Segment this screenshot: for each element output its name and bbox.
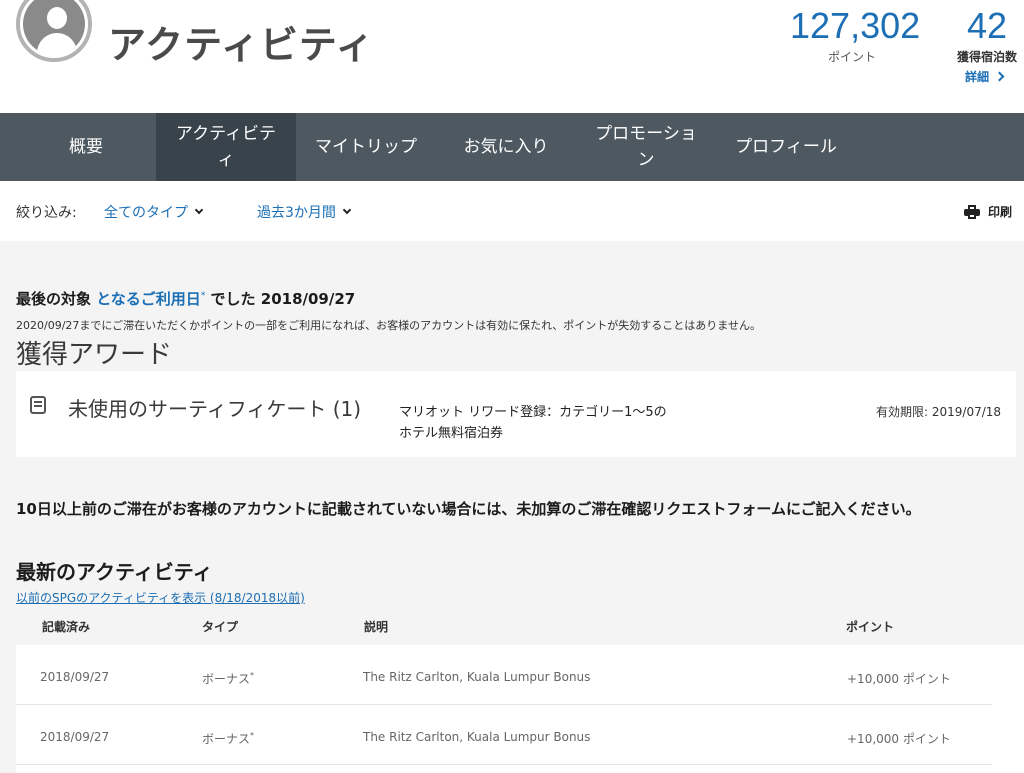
main-nav: 概要 アクティビティ マイトリップ お気に入り プロモーション プロフィール — [0, 113, 1024, 181]
tab-promotions[interactable]: プロモーション — [576, 113, 716, 181]
last-activity-date: 最後の対象 となるご利用日* でした 2018/09/27 — [16, 290, 356, 308]
certificate-expiry: 有効期限: 2019/07/18 — [876, 405, 1002, 419]
row-posted: 2018/09/27 — [40, 730, 110, 744]
expiry-note: 2020/09/27までにご滞在いただくかポイントの一部をご利用になれば、お客様… — [16, 319, 761, 332]
column-type[interactable]: タイプ — [202, 618, 238, 635]
certificate-icon — [30, 396, 46, 414]
tab-activity[interactable]: アクティビティ — [156, 113, 296, 181]
spg-activity-link[interactable]: 以前のSPGのアクティビティを表示 (8/18/2018以前) — [16, 589, 305, 606]
chevron-down-icon — [194, 205, 204, 215]
print-button[interactable]: 印刷 — [964, 203, 1012, 220]
activity-table-header: 記載済み タイプ 説明 ポイント — [16, 608, 996, 644]
points-stat: 127,302 ポイント — [790, 4, 921, 65]
tab-my-trips[interactable]: マイトリップ — [296, 113, 436, 181]
print-label: 印刷 — [988, 205, 1013, 219]
recent-activity-title: 最新のアクティビティ — [16, 560, 213, 584]
avatar[interactable] — [16, 0, 92, 62]
tab-overview[interactable]: 概要 — [16, 113, 156, 181]
header: アクティビティ 127,302 ポイント 42 獲得宿泊数 詳細 — [0, 0, 1024, 113]
row-posted: 2018/09/27 — [40, 670, 110, 684]
row-type: ボーナス* — [202, 671, 255, 686]
filter-bar: 絞り込み: 全てのタイプ 過去3か月間 — [0, 181, 1024, 241]
tab-profile[interactable]: プロフィール — [716, 113, 856, 181]
table-row[interactable]: 2018/09/27 ボーナス* The Ritz Carlton, Kuala… — [16, 705, 992, 765]
points-label: ポイント — [827, 50, 876, 64]
column-description[interactable]: 説明 — [364, 618, 388, 635]
award-card: 未使用のサーティフィケート (1) マリオット リワード登録：カテゴリー1〜5の… — [16, 371, 1016, 457]
period-filter-dropdown[interactable]: 過去3か月間 — [257, 202, 352, 222]
period-filter-value: 過去3か月間 — [257, 205, 336, 221]
details-link-label: 詳細 — [965, 70, 990, 84]
type-filter-value: 全てのタイプ — [104, 205, 188, 221]
table-row[interactable]: 2018/09/27 ボーナス* The Ritz Carlton, Kuala… — [16, 645, 992, 705]
certificate-description: マリオット リワード登録：カテゴリー1〜5のホテル無料宿泊券 — [399, 405, 667, 441]
chevron-down-icon — [342, 205, 352, 215]
nights-value: 42 — [966, 5, 1008, 46]
activity-table: 2018/09/27 ボーナス* The Ritz Carlton, Kuala… — [16, 645, 1024, 773]
row-description: The Ritz Carlton, Kuala Lumpur Bonus — [363, 670, 591, 684]
qualifying-date-link[interactable]: となるご利用日* — [96, 290, 205, 308]
nights-label: 獲得宿泊数 — [956, 50, 1017, 64]
avatar-icon — [23, 0, 85, 58]
nights-stat: 42 獲得宿泊数 — [950, 4, 1024, 65]
tab-favorites[interactable]: お気に入り — [436, 113, 576, 181]
awards-title: 獲得アワード — [16, 340, 173, 370]
column-points[interactable]: ポイント — [846, 618, 894, 635]
missing-stay-note: 10日以上前のご滞在がお客様のアカウントに記載されていない場合には、未加算のご滞… — [16, 500, 921, 518]
row-description: The Ritz Carlton, Kuala Lumpur Bonus — [363, 730, 591, 744]
type-filter-dropdown[interactable]: 全てのタイプ — [104, 202, 204, 222]
filter-label: 絞り込み: — [16, 205, 77, 221]
row-type: ボーナス* — [202, 731, 255, 746]
page-title: アクティビティ — [108, 23, 375, 67]
details-link[interactable]: 詳細 — [965, 68, 1005, 85]
row-points: +10,000 ポイント — [847, 732, 951, 746]
row-points: +10,000 ポイント — [847, 672, 951, 686]
points-value: 127,302 — [790, 5, 921, 46]
chevron-right-icon — [994, 71, 1005, 82]
certificate-name: 未使用のサーティフィケート (1) — [68, 397, 362, 421]
column-posted[interactable]: 記載済み — [42, 618, 90, 635]
printer-icon — [964, 204, 980, 219]
